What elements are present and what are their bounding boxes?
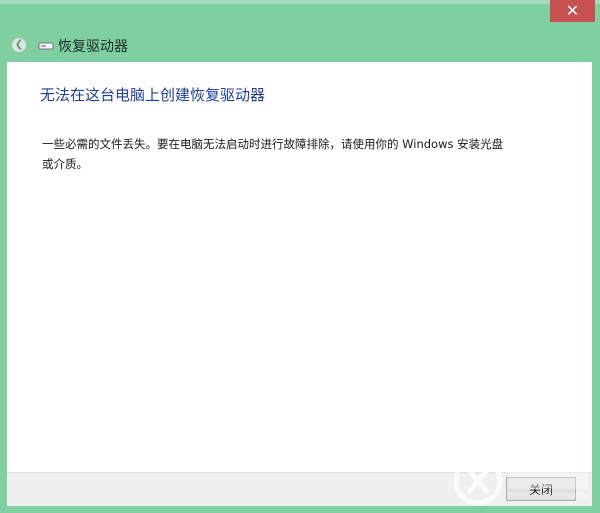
back-arrow-icon: ❮: [14, 39, 24, 50]
page-heading: 无法在这台电脑上创建恢复驱动器: [40, 86, 266, 104]
title-strip: [0, 0, 600, 4]
app-window: ✕ ❮ 恢复驱动器 无法在这台电脑上创建恢复驱动器 一些必需的文件丢失。要在电脑…: [0, 0, 600, 513]
content-pane: 无法在这台电脑上创建恢复驱动器 一些必需的文件丢失。要在电脑无法启动时进行故障排…: [7, 62, 592, 472]
close-dialog-button[interactable]: 关闭: [506, 477, 576, 501]
close-button[interactable]: ✕: [550, 0, 595, 22]
drive-icon: [38, 42, 54, 50]
close-icon: ✕: [565, 1, 580, 20]
footer-bar: 关闭: [7, 472, 592, 506]
error-message: 一些必需的文件丢失。要在电脑无法启动时进行故障排除，请使用你的 Windows …: [42, 137, 504, 171]
window-title: 恢复驱动器: [58, 39, 128, 55]
back-button[interactable]: ❮: [11, 37, 27, 53]
